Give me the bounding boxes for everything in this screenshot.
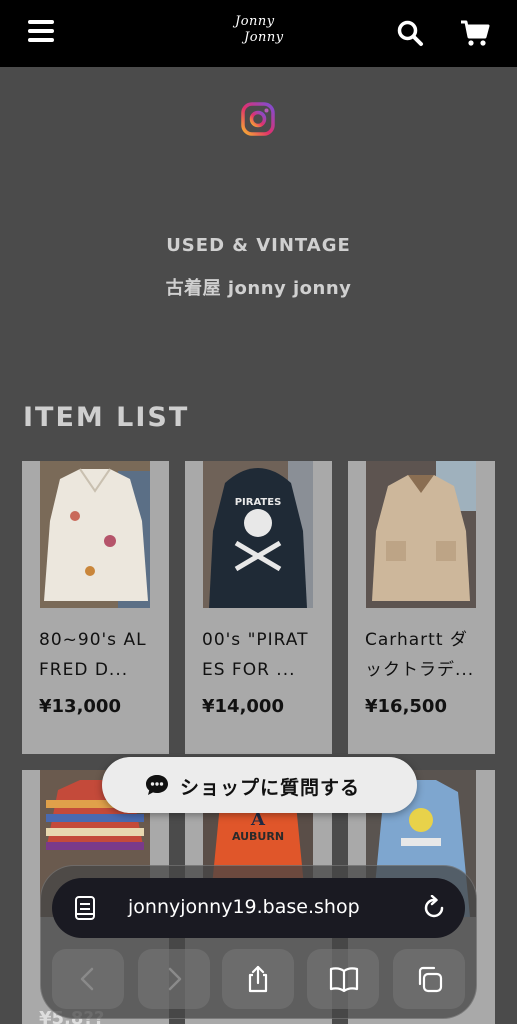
product-photo[interactable]: [366, 461, 476, 608]
top-header: Jonny Jonny: [0, 0, 517, 67]
shop-logo[interactable]: Jonny Jonny: [228, 13, 290, 51]
reload-icon[interactable]: [421, 894, 447, 921]
product-price: ¥14,000: [202, 696, 284, 717]
svg-text:PIRATES: PIRATES: [235, 497, 282, 508]
logo-line-2: Jonny: [244, 30, 284, 45]
product-card[interactable]: Carhartt ダックトラデ... ¥16,500: [348, 461, 495, 754]
chat-bubble-icon: [145, 774, 169, 796]
address-bar[interactable]: jonnyjonny19.base.shop: [52, 878, 465, 938]
share-button[interactable]: [222, 949, 294, 1009]
product-name[interactable]: 00's "PIRATES FOR ...: [202, 625, 320, 685]
logo-line-1: Jonny: [235, 14, 275, 29]
tabs-button[interactable]: [393, 949, 465, 1009]
back-arrow-icon: [80, 967, 94, 991]
product-name[interactable]: Carhartt ダックトラデ...: [365, 625, 483, 685]
instagram-icon[interactable]: [241, 102, 275, 136]
search-icon[interactable]: [396, 19, 424, 47]
ask-shop-button[interactable]: ショップに質問する: [102, 757, 417, 813]
tagline: USED & VINTAGE: [166, 235, 351, 256]
product-card[interactable]: 80~90's ALFRED D... ¥13,000: [22, 461, 169, 754]
cart-icon[interactable]: [460, 19, 490, 47]
product-name[interactable]: 80~90's ALFRED D...: [39, 625, 157, 685]
tabs-icon: [418, 966, 443, 993]
product-photo[interactable]: [40, 461, 150, 608]
share-icon: [248, 965, 268, 993]
url-text[interactable]: jonnyjonny19.base.shop: [128, 896, 360, 918]
hamburger-menu-icon[interactable]: [28, 20, 54, 44]
forward-button[interactable]: [138, 949, 210, 1009]
ask-shop-label: ショップに質問する: [180, 777, 361, 799]
back-button[interactable]: [52, 949, 124, 1009]
product-card[interactable]: PIRATES 00's "PIRATES FOR ... ¥14,000: [185, 461, 332, 754]
product-price: ¥16,500: [365, 696, 447, 717]
bookmarks-button[interactable]: [307, 949, 379, 1009]
section-title: ITEM LIST: [23, 402, 190, 433]
page-menu-icon[interactable]: [74, 895, 96, 921]
svg-text:AUBURN: AUBURN: [232, 830, 284, 843]
shop-name: 古着屋 jonny jonny: [165, 278, 352, 299]
book-icon: [329, 967, 359, 993]
forward-arrow-icon: [168, 967, 182, 991]
product-photo[interactable]: PIRATES: [203, 461, 313, 608]
product-price: ¥13,000: [39, 696, 121, 717]
